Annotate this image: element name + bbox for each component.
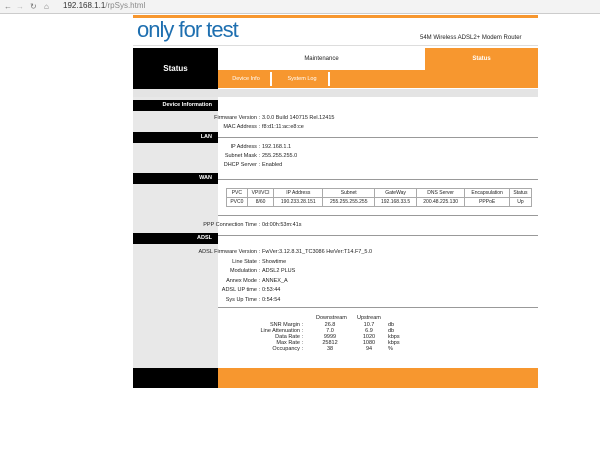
col-header: PVC [226,188,248,198]
cell: PVC0 [226,197,248,207]
adsl-label: Modulation : [230,268,260,274]
header-lan: LAN [133,132,218,143]
header-adsl: ADSL [133,233,218,244]
table-row: PVC0 8/60 190.233.28.151 255.255.255.255 192… [226,197,533,207]
firmware-label: Firmware Version : [214,115,260,121]
dhcp-value: Enabled [262,162,283,168]
adsl-label: Sys Up Time : [225,296,260,303]
reload-icon[interactable]: ↻ [30,2,37,11]
address-bar[interactable]: 192.168.1.1/rpSys.html [63,1,145,10]
mask-value: 255.255.255.0 [262,153,298,159]
divider [218,215,538,216]
adsl-label: ADSL UP time : [221,287,260,293]
gray-bar [133,89,538,97]
cell: PPPoE [464,197,510,207]
cell: 8/60 [246,197,275,207]
upstream-header: Upstream [357,315,381,321]
stat-down: 38 [326,346,334,352]
divider [218,179,538,180]
divider [218,307,538,308]
table-header-row: PVC VPI/VCI IP Address Subnet GateWay DNS Ser… [226,188,533,198]
adsl-label: Annex Mode : [226,277,260,284]
mask-label: Subnet Mask : [224,153,260,159]
ppp-value: 0d:00h:53m:41s [262,222,302,228]
adsl-value: FwVer:3.12.8.31_TC3086 HwVer:T14.F7_5.0 [262,249,373,255]
ip-label: IP Address : [230,144,260,150]
cell: 255.255.255.255 [322,197,376,207]
subtab-system-log[interactable]: System Log [276,72,330,86]
col-header: Status [508,188,533,198]
col-header: Subnet [322,188,376,198]
adsl-label: ADSL Firmware Version : [198,249,260,255]
url-path: /rpSys.html [105,1,146,10]
forward-icon[interactable]: → [16,2,24,11]
wan-table: PVC VPI/VCI IP Address Subnet GateWay DNS Ser… [226,188,533,207]
ip-value: 192.168.1.1 [262,144,292,150]
col-header: Encapsulation [464,188,510,198]
firmware-value: 3.0.0 Build 140715 Rel.12415 [262,115,335,121]
adsl-value: 0:53:44 [262,287,281,293]
col-header: GateWay [374,188,417,198]
cell: 200.48.225.130 [415,197,466,207]
stat-unit: % [388,346,393,352]
cell: Up [508,197,533,207]
footer-left [133,368,218,388]
tab-maintenance[interactable]: Maintenance [218,48,425,70]
mac-value: f8:d1:11:ac:e8:ce [262,124,304,130]
col-header: DNS Server [415,188,466,198]
browser-toolbar: ← → ↻ ⌂ 192.168.1.1/rpSys.html [0,0,600,14]
downstream-header: Downstream [316,315,347,321]
subtab-device-info[interactable]: Device Info [222,72,272,86]
cell: 190.233.28.151 [273,197,324,207]
col-header: VPI/VCI [246,188,275,198]
url-host: 192.168.1.1 [63,1,106,10]
logo: only for test [137,17,239,42]
adsl-value: Showtime [262,258,287,265]
dhcp-label: DHCP Server : [223,162,260,168]
stat-label: Occupancy : [272,346,303,352]
footer-right [218,368,538,388]
divider [218,137,538,138]
divider [218,235,538,236]
adsl-value: ADSL2 PLUS [262,268,296,274]
home-icon[interactable]: ⌂ [44,2,49,11]
tab-status[interactable]: Status [425,48,538,70]
adsl-value: ANNEX_A [262,277,288,284]
adsl-label: Line State : [232,258,260,265]
back-icon[interactable]: ← [4,2,12,11]
cell: 192.168.33.5 [374,197,417,207]
product-name: 54M Wireless ADSL2+ Modem Router [420,35,522,41]
header-device-information: Device Information [133,100,218,111]
section-title: Status [133,48,218,89]
col-header: IP Address [273,188,324,198]
adsl-value: 0:54:54 [262,296,281,303]
divider [133,45,538,46]
stat-up: 94 [365,346,373,352]
mac-label: MAC Address : [223,124,260,130]
header-wan: WAN [133,173,218,184]
ppp-label: PPP Connection Time : [203,222,260,228]
